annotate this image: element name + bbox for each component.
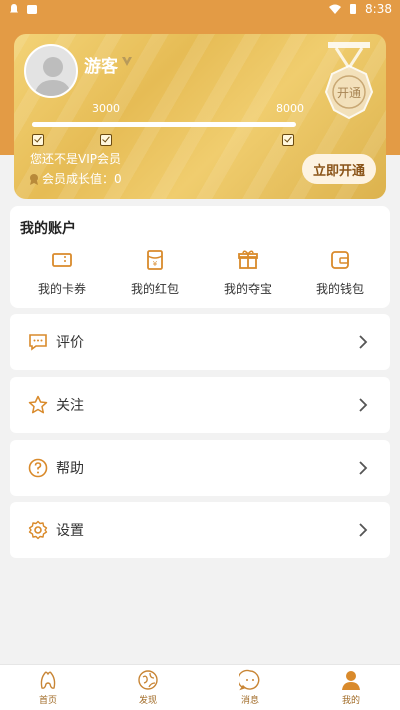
level-badge-icon [122, 57, 132, 66]
tab-home[interactable]: 首页 [8, 669, 88, 706]
my-account-panel: 我的账户 我的卡券 ¥ 我的红包 我的夺宝 我的钱包 [10, 206, 390, 308]
wallet-icon [331, 251, 349, 269]
account-item-coupons[interactable]: 我的卡券 [22, 248, 102, 297]
ticket-icon [52, 253, 72, 267]
growth-progress-bar [32, 122, 296, 127]
notification-icon [10, 4, 18, 13]
tab-label: 消息 [240, 696, 259, 706]
star-icon [28, 395, 48, 414]
milestone-check-icon [32, 134, 44, 146]
account-item-label: 我的红包 [130, 282, 179, 296]
profile-icon [342, 671, 360, 690]
tab-label: 我的 [341, 696, 360, 706]
chevron-right-icon [359, 335, 368, 349]
medal-text: 开通 [337, 86, 361, 100]
tab-label: 首页 [38, 696, 57, 706]
chevron-right-icon [359, 523, 368, 537]
growth-value-text: 会员成长值：0 [42, 172, 122, 186]
avatar[interactable] [24, 44, 78, 98]
app-icon [27, 5, 37, 14]
message-icon [239, 669, 260, 691]
account-item-label: 我的夺宝 [223, 282, 272, 296]
tab-label: 发现 [138, 696, 157, 706]
account-item-treasure[interactable]: 我的夺宝 [208, 248, 288, 297]
medal-small-icon [30, 173, 38, 185]
gear-icon [28, 520, 48, 540]
bottom-tab-bar: 首页 发现 消息 我的 [0, 664, 400, 710]
home-icon [40, 671, 56, 689]
wifi-icon [329, 4, 342, 14]
status-bar: 8:38 [0, 0, 400, 20]
menu-row-label: 帮助 [56, 461, 84, 477]
red-envelope-icon: ¥ [147, 250, 163, 270]
menu-row-help[interactable]: 帮助 [10, 440, 390, 496]
progress-end-label: 8000 [276, 102, 304, 115]
battery-icon [350, 4, 357, 14]
vip-medal-icon: 开通 [324, 42, 374, 120]
menu-row-label: 关注 [56, 398, 84, 414]
milestone-check-icon [100, 134, 112, 146]
account-item-red-envelope[interactable]: ¥ 我的红包 [115, 248, 195, 297]
account-item-label: 我的卡券 [37, 282, 86, 296]
menu-row-settings[interactable]: 设置 [10, 502, 390, 558]
menu-row-label: 设置 [56, 523, 84, 539]
progress-fill [32, 122, 257, 127]
vip-status-text: 您还不是VIP会员 [30, 152, 121, 166]
milestone-check-icon [282, 134, 294, 146]
account-item-label: 我的钱包 [315, 282, 364, 296]
progress-start-label: 3000 [92, 102, 120, 115]
menu-row-label: 评价 [56, 335, 84, 351]
tab-profile[interactable]: 我的 [311, 669, 391, 706]
vip-card: 游客 3000 8000 您还不是VIP会员 会员成长值：0 立即开通 开通 [14, 34, 386, 199]
gift-icon [238, 250, 258, 269]
menu-row-review[interactable]: 评价 [10, 314, 390, 370]
tab-messages[interactable]: 消息 [210, 669, 290, 706]
growth-value: 会员成长值：0 [28, 170, 122, 187]
menu-row-follow[interactable]: 关注 [10, 377, 390, 433]
svg-text:¥: ¥ [153, 260, 158, 268]
discover-icon [138, 670, 158, 690]
username[interactable]: 游客 [84, 52, 118, 77]
chevron-right-icon [359, 398, 368, 412]
status-time: 8:38 [365, 2, 392, 16]
help-icon [28, 458, 48, 478]
chevron-right-icon [359, 461, 368, 475]
account-title: 我的账户 [20, 221, 76, 237]
tab-discover[interactable]: 发现 [108, 669, 188, 706]
comment-icon [29, 334, 47, 351]
open-vip-button[interactable]: 立即开通 [302, 154, 376, 184]
account-item-wallet[interactable]: 我的钱包 [300, 248, 380, 297]
